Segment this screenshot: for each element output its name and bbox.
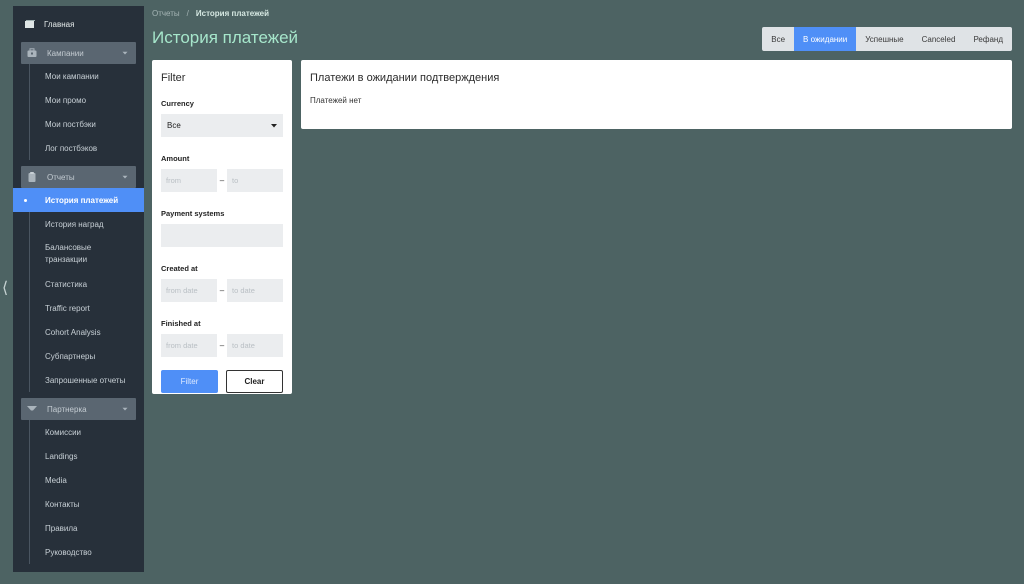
sidebar-item-my-campaigns[interactable]: Мои кампании — [30, 64, 136, 88]
briefcase-icon — [27, 48, 37, 58]
sidebar-item-rules[interactable]: Правила — [30, 516, 136, 540]
sidebar-group-campaigns: Кампании Мои кампании Мои промо Мои пост… — [21, 42, 136, 160]
sidebar-item-media[interactable]: Media — [30, 468, 136, 492]
clipboard-icon — [27, 172, 37, 182]
amount-label: Amount — [161, 154, 190, 163]
tab-canceled[interactable]: Canceled — [913, 27, 965, 51]
sidebar-group-items: Мои кампании Мои промо Мои постбэки Лог … — [29, 64, 136, 160]
payment-systems-select[interactable] — [161, 224, 283, 247]
sidebar-item-subpartners[interactable]: Субпартнеры — [30, 344, 136, 368]
sidebar-group-header-reports[interactable]: Отчеты — [21, 166, 136, 188]
sidebar-item-label: Статистика — [45, 279, 88, 289]
sidebar-item-label: Правила — [45, 523, 78, 533]
currency-select[interactable]: Все — [161, 114, 283, 137]
sidebar-item-label: Cohort Analysis — [45, 327, 101, 337]
sidebar-item-cohort-analysis[interactable]: Cohort Analysis — [30, 320, 136, 344]
created-to-input[interactable] — [227, 279, 283, 302]
sidebar-item-commissions[interactable]: Комиссии — [30, 420, 136, 444]
sidebar-item-label: Главная — [44, 19, 75, 29]
sidebar-item-payment-history[interactable]: История платежей — [13, 188, 144, 212]
sidebar-item-reward-history[interactable]: История наград — [30, 212, 136, 236]
sidebar-group-partnership: Партнерка Комиссии Landings Media Контак… — [21, 398, 136, 564]
status-tabs: Все В ожидании Успешные Canceled Рефанд — [762, 27, 1012, 51]
filter-actions: Filter Clear — [161, 370, 283, 393]
sidebar-item-home[interactable]: Главная — [13, 6, 144, 42]
sidebar-group-header-campaigns[interactable]: Кампании — [21, 42, 136, 64]
page-title: История платежей — [152, 28, 299, 47]
clear-button[interactable]: Clear — [226, 370, 283, 393]
sidebar-item-label: Traffic report — [45, 303, 90, 313]
sidebar-item-requested-reports[interactable]: Запрошенные отчеты — [30, 368, 136, 392]
sidebar-item-postback-log[interactable]: Лог постбэков — [30, 136, 136, 160]
empty-state-text: Платежей нет — [310, 96, 362, 105]
sidebar-item-guide[interactable]: Руководство — [30, 540, 136, 564]
filter-panel: Filter Currency Все Amount – Payment sys… — [152, 60, 292, 394]
sidebar-group-items: История платежей История наград Балансов… — [13, 188, 144, 392]
sidebar-item-label: История платежей — [45, 195, 119, 205]
sidebar-item-label: Контакты — [45, 499, 80, 509]
amount-to-input[interactable] — [227, 169, 283, 192]
sidebar-item-label: Комиссии — [45, 427, 82, 437]
sidebar-item-traffic-report[interactable]: Traffic report — [30, 296, 136, 320]
sidebar-group-label: Партнерка — [47, 404, 87, 414]
sidebar-group-items: Комиссии Landings Media Контакты Правила… — [29, 420, 136, 564]
sidebar-item-label: Мои кампании — [45, 71, 99, 81]
caret-down-icon — [271, 123, 277, 128]
currency-select-value: Все — [167, 121, 181, 130]
finished-to-input[interactable] — [227, 334, 283, 357]
sidebar-item-contacts[interactable]: Контакты — [30, 492, 136, 516]
filter-title: Filter — [161, 72, 186, 84]
breadcrumb-parent-link[interactable]: Отчеты — [152, 9, 180, 18]
sidebar-item-label: Лог постбэков — [45, 143, 98, 153]
amount-from-input[interactable] — [161, 169, 217, 192]
pending-payments-title: Платежи в ожидании подтверждения — [310, 72, 500, 84]
funnel-icon — [27, 404, 37, 414]
range-separator: – — [219, 176, 225, 185]
sidebar-item-my-promo[interactable]: Мои промо — [30, 88, 136, 112]
tab-successful[interactable]: Успешные — [856, 27, 912, 51]
sidebar-group-label: Кампании — [47, 48, 84, 58]
sidebar-collapse-handle[interactable]: ⟨ — [2, 280, 8, 296]
sidebar-item-label: История наград — [45, 219, 104, 229]
breadcrumb-separator: / — [186, 9, 189, 18]
sidebar-item-label: Запрошенные отчеты — [45, 375, 126, 385]
sidebar-item-label: Субпартнеры — [45, 351, 96, 361]
sidebar-item-statistics[interactable]: Статистика — [30, 272, 136, 296]
filter-button[interactable]: Filter — [161, 370, 218, 393]
finished-at-range: – — [161, 334, 283, 357]
chevron-down-icon — [122, 174, 128, 180]
currency-label: Currency — [161, 99, 194, 108]
chevron-down-icon — [122, 50, 128, 56]
chevron-down-icon — [122, 406, 128, 412]
sidebar-item-label: Мои постбэки — [45, 119, 96, 129]
pending-payments-panel: Платежи в ожидании подтверждения Платеже… — [301, 60, 1012, 129]
tab-refund[interactable]: Рефанд — [964, 27, 1012, 51]
created-at-label: Created at — [161, 264, 198, 273]
created-at-range: – — [161, 279, 283, 302]
home-icon — [25, 20, 35, 28]
finished-from-input[interactable] — [161, 334, 217, 357]
range-separator: – — [219, 341, 225, 350]
sidebar-item-label: Media — [45, 475, 67, 485]
sidebar-group-label: Отчеты — [47, 172, 75, 182]
sidebar-item-landings[interactable]: Landings — [30, 444, 136, 468]
sidebar-item-label: Landings — [45, 451, 78, 461]
range-separator: – — [219, 286, 225, 295]
sidebar-item-balance-transactions[interactable]: Балансовые транзакции — [30, 236, 136, 272]
sidebar-group-header-partnership[interactable]: Партнерка — [21, 398, 136, 420]
amount-range: – — [161, 169, 283, 192]
sidebar: Главная Кампании Мои кампании Мои промо … — [13, 6, 144, 572]
tab-pending[interactable]: В ожидании — [794, 27, 857, 51]
created-from-input[interactable] — [161, 279, 217, 302]
payment-systems-label: Payment systems — [161, 209, 225, 218]
tab-all[interactable]: Все — [762, 27, 794, 51]
finished-at-label: Finished at — [161, 319, 201, 328]
sidebar-item-my-postbacks[interactable]: Мои постбэки — [30, 112, 136, 136]
sidebar-item-label: Балансовые транзакции — [45, 243, 92, 264]
breadcrumb: Отчеты / История платежей — [152, 9, 269, 18]
sidebar-group-reports: Отчеты История платежей История наград Б… — [13, 166, 144, 392]
sidebar-item-label: Руководство — [45, 547, 92, 557]
sidebar-item-label: Мои промо — [45, 95, 87, 105]
breadcrumb-current: История платежей — [195, 9, 270, 18]
